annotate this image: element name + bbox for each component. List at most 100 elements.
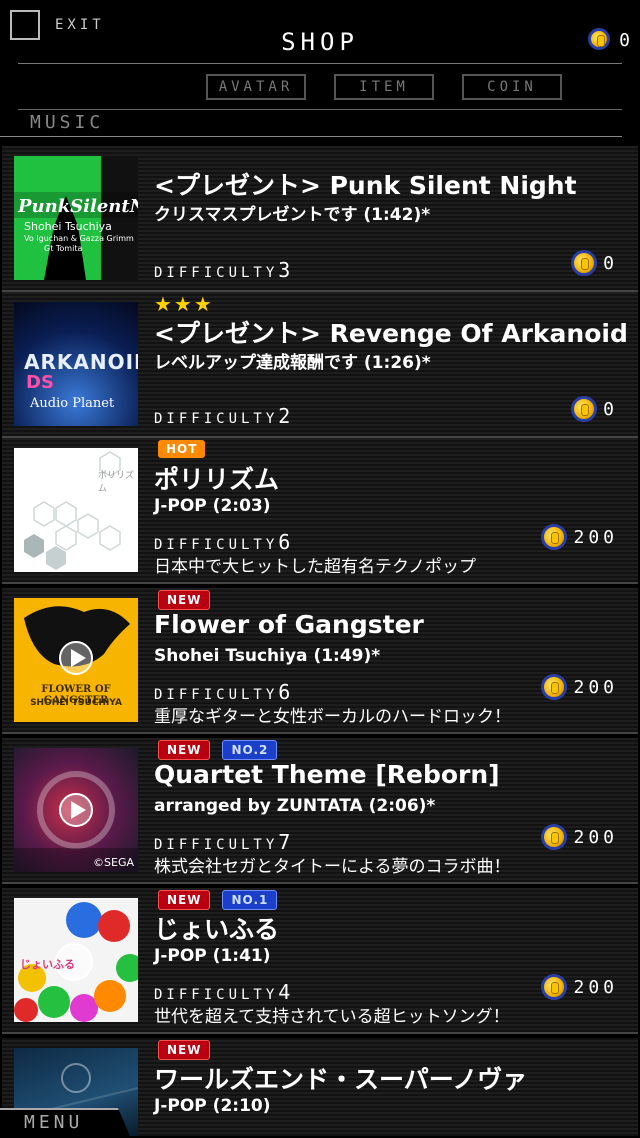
- difficulty-value: 7: [278, 830, 295, 854]
- svg-text:PunkSilentNight: PunkSilentNight: [17, 196, 138, 217]
- section-title: MUSIC: [30, 112, 105, 133]
- coin-icon: [541, 524, 568, 550]
- song-description: 世代を超えて支持されている超ヒットソング！: [154, 1007, 510, 1027]
- difficulty-label: DIFFICULTY6: [154, 530, 294, 554]
- song-subtitle: Shohei Tsuchiya (1:49)*: [154, 646, 381, 666]
- song-description: 日本中で大ヒットした超有名テクノポップ: [154, 557, 476, 577]
- price-value: 200: [573, 826, 618, 848]
- song-subtitle: J-POP (2:03): [154, 496, 271, 516]
- thumb-logo: ARKANOID: [24, 350, 138, 374]
- thumb-credit: Audio Planet: [30, 396, 115, 411]
- song-thumbnail: ポリリズム: [14, 448, 138, 572]
- price-tag[interactable]: 0: [571, 250, 618, 276]
- price-tag[interactable]: 200: [541, 974, 618, 1000]
- new-badge: NEW: [158, 740, 211, 760]
- song-row-punk-silent-night[interactable]: PunkSilentNight Shohei Tsuchiya Vo Iguch…: [2, 146, 638, 292]
- price-tag[interactable]: 0: [571, 396, 618, 422]
- coin-balance: [588, 28, 610, 54]
- new-badge: NEW: [158, 1040, 211, 1060]
- difficulty-label: DIFFICULTY2: [154, 404, 294, 428]
- punk-silent-night-art: PunkSilentNight: [14, 156, 138, 280]
- coin-icon: [571, 396, 598, 422]
- song-row-flower-of-gangster[interactable]: FLOWER OF GANGSTER SHOHEI TSUCHIYA NEW F…: [2, 588, 638, 734]
- difficulty-value: 4: [278, 980, 295, 1004]
- coin-icon: [541, 824, 568, 850]
- hexagon-art: [24, 451, 121, 570]
- difficulty-value: 3: [278, 258, 295, 282]
- difficulty-value: 2: [278, 404, 295, 428]
- thumb-title: じょいふる: [20, 958, 75, 971]
- divider: [18, 63, 622, 64]
- difficulty-label: DIFFICULTY3: [154, 258, 294, 282]
- tab-item[interactable]: ITEM: [334, 74, 434, 100]
- badge-group: NEW: [158, 590, 211, 610]
- badge-group: HOT: [158, 440, 206, 458]
- coin-icon: [541, 974, 568, 1000]
- song-title: Flower of Gangster: [154, 610, 424, 639]
- song-thumbnail: じょいふる: [14, 898, 138, 1022]
- song-subtitle: レベルアップ達成報酬です (1:26)*: [154, 353, 431, 373]
- thumb-credit: Vo Iguchan & Gazza Grimm: [24, 234, 134, 243]
- badge-group: NEW: [158, 1040, 211, 1060]
- song-subtitle: クリスマスプレゼントです (1:42)*: [154, 205, 431, 225]
- price-tag[interactable]: 200: [541, 524, 618, 550]
- badge-group: NEW NO.2: [158, 740, 278, 760]
- difficulty-text: DIFFICULTY: [154, 265, 279, 281]
- badge-group: NEW NO.1: [158, 890, 278, 910]
- price-tag[interactable]: 200: [541, 824, 618, 850]
- coin-icon: [571, 250, 598, 276]
- song-subtitle: arranged by ZUNTATA (2:06)*: [154, 796, 436, 816]
- menu-label[interactable]: MENU: [24, 1112, 83, 1133]
- thumb-logo-ds: DS: [26, 372, 54, 393]
- thumb-artist: SHOHEI TSUCHIYA: [30, 698, 122, 708]
- tab-coin[interactable]: COIN: [462, 74, 562, 100]
- coin-balance-value: 0: [619, 30, 634, 51]
- divider: [0, 136, 622, 137]
- price-value: 200: [573, 526, 618, 548]
- rank-badge: NO.1: [222, 890, 278, 910]
- difficulty-text: DIFFICULTY: [154, 411, 279, 427]
- difficulty-value: 6: [278, 680, 295, 704]
- song-title: <プレゼント> Punk Silent Night: [154, 171, 577, 200]
- song-row-revenge-of-arkanoid[interactable]: ARKANOID DS Audio Planet ★★★ <プレゼント> Rev…: [2, 292, 638, 438]
- song-subtitle: J-POP (1:41): [154, 946, 271, 966]
- song-title: じょいふる: [154, 915, 280, 944]
- difficulty-text: DIFFICULTY: [154, 687, 279, 703]
- song-row-quartet-theme[interactable]: ©SEGA NEW NO.2 Quartet Theme [Reborn] ar…: [2, 738, 638, 884]
- thumb-credit: Gt Tomita: [44, 244, 83, 253]
- difficulty-text: DIFFICULTY: [154, 987, 279, 1003]
- difficulty-text: DIFFICULTY: [154, 537, 279, 553]
- difficulty-label: DIFFICULTY6: [154, 680, 294, 704]
- song-row-joyful[interactable]: じょいふる NEW NO.1 じょいふる J-POP (1:41) DIFFIC…: [2, 888, 638, 1034]
- price-value: 0: [603, 398, 618, 420]
- tab-avatar[interactable]: AVATAR: [206, 74, 306, 100]
- new-badge: NEW: [158, 890, 211, 910]
- difficulty-text: DIFFICULTY: [154, 837, 279, 853]
- price-value: 200: [573, 976, 618, 998]
- thumb-artist: Shohei Tsuchiya: [24, 220, 112, 233]
- song-description: 株式会社セガとタイトーによる夢のコラボ曲！: [154, 857, 511, 877]
- difficulty-label: DIFFICULTY7: [154, 830, 294, 854]
- price-value: 0: [603, 252, 618, 274]
- song-thumbnail: ARKANOID DS Audio Planet: [14, 302, 138, 426]
- song-row-polyrhythm[interactable]: ポリリズム HOT ポリリズム J-POP (2:03) DIFFICULTY6…: [2, 438, 638, 584]
- song-description: 重厚なギターと女性ボーカルのハードロック！: [154, 707, 511, 727]
- rating-stars: ★★★: [154, 292, 214, 316]
- song-thumbnail: PunkSilentNight Shohei Tsuchiya Vo Iguch…: [14, 156, 138, 280]
- quartet-art: [14, 771, 138, 872]
- difficulty-label: DIFFICULTY4: [154, 980, 294, 1004]
- song-title: <プレゼント> Revenge Of Arkanoid: [154, 319, 628, 348]
- divider: [18, 109, 622, 110]
- song-title: ワールズエンド・スーパーノヴァ: [154, 1065, 528, 1094]
- rank-badge: NO.2: [222, 740, 278, 760]
- song-title: Quartet Theme [Reborn]: [154, 760, 500, 789]
- coin-icon: [541, 674, 568, 700]
- song-subtitle: J-POP (2:10): [154, 1096, 271, 1116]
- copyright-text: ©SEGA: [93, 856, 134, 869]
- new-badge: NEW: [158, 590, 211, 610]
- hot-badge: HOT: [158, 440, 206, 458]
- price-tag[interactable]: 200: [541, 674, 618, 700]
- coin-icon: [588, 28, 610, 50]
- page-title: SHOP: [281, 28, 359, 56]
- song-title: ポリリズム: [154, 465, 280, 494]
